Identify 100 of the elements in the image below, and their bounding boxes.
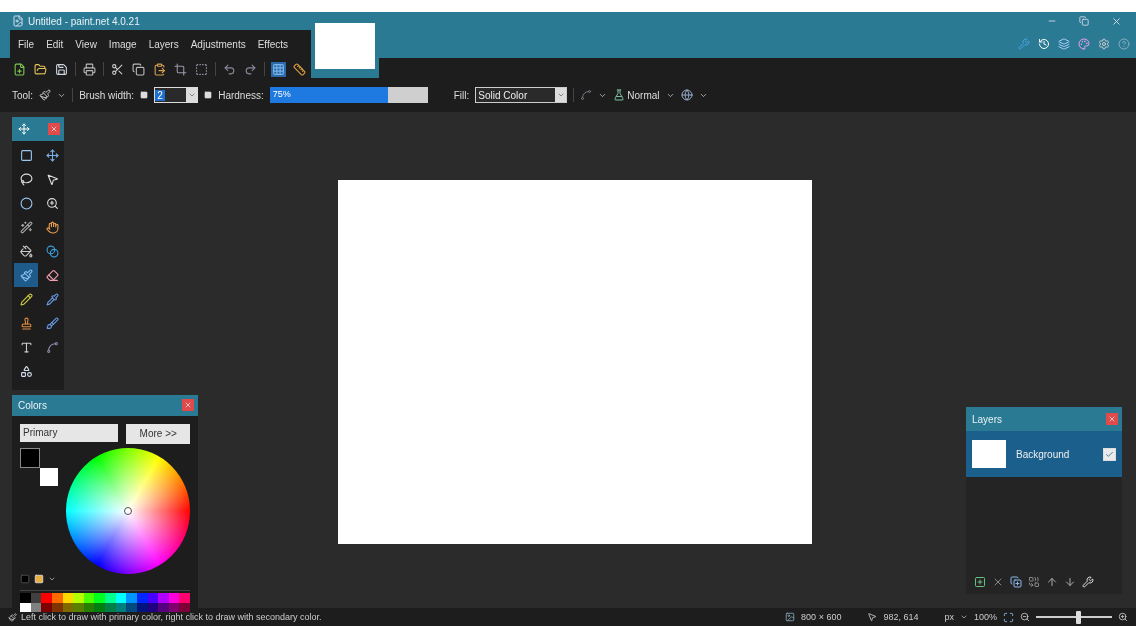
zoom-in-icon[interactable] <box>1118 612 1128 622</box>
paintbrush-icon <box>8 612 17 622</box>
reset-colors-icon[interactable] <box>20 573 30 584</box>
move-icon <box>45 148 59 162</box>
secondary-color-swatch[interactable] <box>40 467 58 486</box>
save-icon[interactable] <box>55 62 68 76</box>
paint-bucket-icon <box>19 244 33 258</box>
more-button[interactable]: More >> <box>126 423 190 444</box>
rectangle-select-icon <box>19 148 33 162</box>
cursor-position: 982, 614 <box>883 612 919 622</box>
fill-dropdown[interactable]: Solid Color <box>475 87 568 103</box>
magic-wand-icon <box>19 220 33 234</box>
menu-item[interactable]: Layers <box>148 38 179 50</box>
app-icon <box>12 15 24 27</box>
down-arrow-icon[interactable] <box>1064 576 1076 588</box>
panel-title: Colors <box>18 399 47 411</box>
recolor-brush-icon <box>45 316 59 330</box>
caret-icon[interactable] <box>187 91 196 99</box>
open-icon[interactable] <box>34 62 47 76</box>
close-icon <box>184 401 192 410</box>
curve-icon <box>45 340 59 354</box>
pencil-icon <box>19 292 33 306</box>
ellipse-select-icon <box>19 196 33 210</box>
layer-name: Background <box>1016 448 1071 460</box>
color-mode-dropdown[interactable]: Primary <box>20 423 119 442</box>
gradient-icon <box>45 244 59 258</box>
deselect-icon[interactable] <box>195 62 208 76</box>
paintbrush-icon[interactable] <box>39 89 52 101</box>
globe-icon[interactable] <box>680 89 693 101</box>
hand-icon <box>45 220 59 234</box>
menu-item[interactable]: View <box>75 38 97 50</box>
undo-icon[interactable] <box>223 62 236 76</box>
text-icon <box>19 340 33 354</box>
tool-label: Tool: <box>12 89 34 101</box>
fit-window-icon[interactable] <box>1003 611 1014 623</box>
layers-icon[interactable] <box>1058 38 1070 50</box>
add-layer-icon[interactable] <box>974 576 986 588</box>
close-button[interactable] <box>1106 413 1118 425</box>
ruler-icon[interactable] <box>293 62 306 76</box>
close-button[interactable] <box>182 399 194 412</box>
duplicate-icon[interactable] <box>1010 576 1022 588</box>
fill-label: Fill: <box>453 89 470 101</box>
color-palette[interactable] <box>20 590 190 612</box>
print-icon[interactable] <box>83 62 96 76</box>
caret-icon[interactable] <box>959 613 968 621</box>
close-icon <box>50 125 58 133</box>
eraser-icon <box>45 268 59 282</box>
image-thumbnail <box>315 23 375 69</box>
settings-icon[interactable] <box>1098 38 1110 50</box>
panel-title: Layers <box>972 413 1002 425</box>
hardness-slider[interactable]: 75% <box>269 87 428 103</box>
move-icon <box>18 123 30 135</box>
menu-item[interactable]: File <box>18 38 35 50</box>
caret-icon[interactable] <box>556 91 565 99</box>
properties-icon[interactable] <box>1082 576 1094 588</box>
brush-width-label: Brush width: <box>79 89 135 101</box>
hardness-label: Hardness: <box>218 89 264 101</box>
zoom-dropdown[interactable]: 100% <box>973 612 997 622</box>
paste-icon[interactable] <box>153 62 166 76</box>
history-icon[interactable] <box>1038 38 1050 50</box>
status-hint: Left click to draw with primary color, right click to draw with secondary color. <box>21 612 322 622</box>
stamp-icon <box>19 316 33 330</box>
color-picker-icon <box>45 292 59 306</box>
zoom-icon <box>45 196 59 210</box>
visibility-checkbox[interactable] <box>1103 447 1116 461</box>
zoom-slider[interactable] <box>1036 610 1112 624</box>
shapes-icon <box>19 364 33 378</box>
blend-mode-dropdown[interactable]: Normal <box>613 89 660 101</box>
new-icon[interactable] <box>13 62 26 76</box>
menu-item[interactable]: Effects <box>257 38 289 50</box>
pointer-icon <box>45 172 59 186</box>
image-size-icon <box>785 612 796 622</box>
menu-item[interactable]: Edit <box>46 38 64 50</box>
up-arrow-icon[interactable] <box>1046 576 1058 588</box>
redo-icon[interactable] <box>244 62 257 76</box>
layer-row[interactable]: Background <box>966 431 1122 477</box>
brush-width-field[interactable]: 2 <box>154 87 199 103</box>
units-dropdown[interactable]: px <box>944 612 954 622</box>
window-title: Untitled - paint.net 4.0.21 <box>28 15 140 27</box>
menu-item[interactable]: Adjustments <box>190 38 246 50</box>
close-button[interactable] <box>48 123 60 135</box>
paintbrush-icon <box>19 268 33 282</box>
crop-icon[interactable] <box>174 62 187 76</box>
zoom-out-icon[interactable] <box>1020 612 1030 622</box>
grid-icon[interactable] <box>272 62 285 76</box>
copy-icon[interactable] <box>132 62 145 76</box>
flask-icon <box>613 89 626 101</box>
merge-icon[interactable] <box>1028 576 1040 588</box>
restore-icon[interactable] <box>1079 15 1089 26</box>
primary-color-swatch[interactable] <box>20 447 40 468</box>
lasso-icon <box>19 172 33 186</box>
delete-icon[interactable] <box>992 576 1004 588</box>
close-icon <box>1108 415 1116 423</box>
cut-icon[interactable] <box>111 62 124 76</box>
menu-item[interactable]: Image <box>108 38 137 50</box>
close-icon[interactable] <box>1111 15 1122 27</box>
check-icon <box>1105 449 1114 459</box>
cursor-icon <box>867 612 878 622</box>
image-size: 800 × 600 <box>801 612 842 622</box>
layer-thumbnail <box>972 440 1006 468</box>
